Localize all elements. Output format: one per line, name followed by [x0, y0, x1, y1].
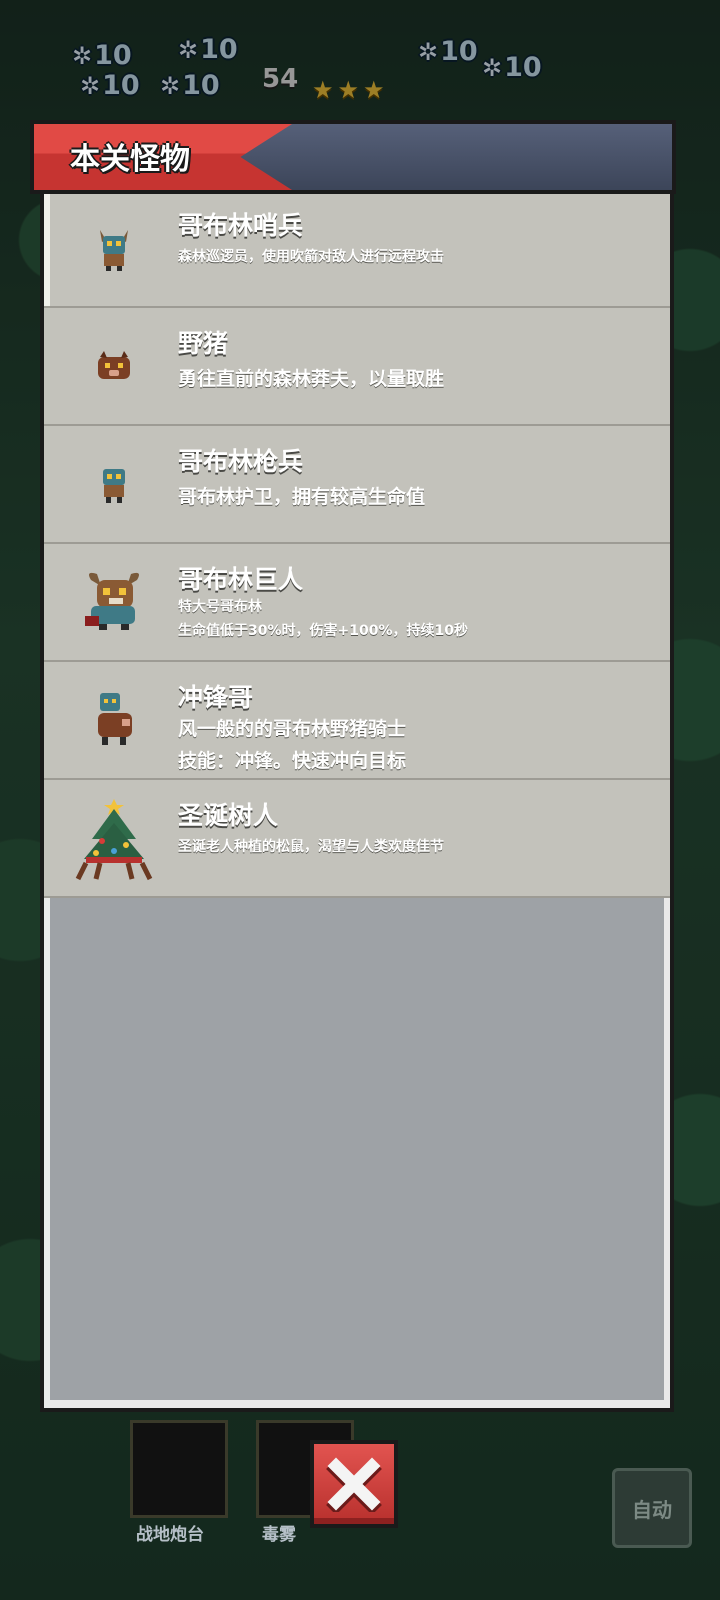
panel-header: 本关怪物 — [30, 120, 676, 194]
wild-boar-icon — [64, 308, 164, 424]
monster-row[interactable]: 哥布林枪兵 哥布林护卫，拥有较高生命值 — [44, 426, 670, 544]
goblin-giant-icon — [64, 544, 164, 660]
monster-description: 勇往直前的森林莽夫，以量取胜 — [178, 368, 445, 390]
monster-name: 哥布林巨人 — [178, 565, 304, 594]
skill-slot-label: 战地炮台 — [136, 1525, 204, 1545]
monster-description: 圣诞老人种植的松鼠，渴望与人类欢度佳节 — [178, 839, 444, 855]
monster-name: 冲锋哥 — [178, 683, 254, 712]
charge-goblin-icon — [64, 662, 164, 778]
close-button-face — [314, 1444, 394, 1524]
monster-list: 哥布林哨兵 森林巡逻员，使用吹箭对敌人进行远程攻击 野猪 勇往直前的森林莽夫，以… — [44, 190, 670, 898]
monster-row[interactable]: 野猪 勇往直前的森林莽夫，以量取胜 — [44, 308, 670, 426]
monster-description: 哥布林护卫，拥有较高生命值 — [178, 486, 426, 508]
monster-description: 森林巡逻员，使用吹箭对敌人进行远程攻击 — [178, 249, 444, 265]
close-x-icon — [326, 1457, 382, 1512]
monster-description: 风一般的的哥布林野猪骑士 — [178, 718, 407, 740]
monster-name: 哥布林哨兵 — [178, 211, 304, 240]
monster-name: 野猪 — [178, 329, 229, 358]
monster-row[interactable]: 圣诞树人 圣诞老人种植的松鼠，渴望与人类欢度佳节 — [44, 780, 670, 898]
skill-slot-label: 毒雾 — [262, 1525, 296, 1545]
christmas-treant-icon — [64, 780, 164, 896]
monster-name: 圣诞树人 — [178, 801, 279, 830]
monster-row[interactable]: 冲锋哥 风一般的的哥布林野猪骑士 技能：冲锋。快速冲向目标 — [44, 662, 670, 780]
monster-row[interactable]: 哥布林巨人 特大号哥布林 生命值低于30%时，伤害+100%，持续10秒 — [44, 544, 670, 662]
close-button[interactable] — [310, 1440, 398, 1528]
auto-button[interactable]: 自动 — [612, 1468, 692, 1548]
monster-description: 生命值低于30%时，伤害+100%，持续10秒 — [178, 623, 468, 639]
monster-description: 特大号哥布林 — [178, 599, 262, 615]
goblin-spearman-icon — [64, 426, 164, 542]
skill-slot-cannon[interactable] — [130, 1420, 228, 1518]
monster-row[interactable]: 哥布林哨兵 森林巡逻员，使用吹箭对敌人进行远程攻击 — [44, 190, 670, 308]
monster-panel: 哥布林哨兵 森林巡逻员，使用吹箭对敌人进行远程攻击 野猪 勇往直前的森林莽夫，以… — [40, 190, 674, 1412]
monster-name: 哥布林枪兵 — [178, 447, 304, 476]
monster-description: 技能：冲锋。快速冲向目标 — [178, 750, 407, 772]
goblin-sentry-icon — [64, 190, 164, 306]
panel-title: 本关怪物 — [70, 142, 190, 177]
